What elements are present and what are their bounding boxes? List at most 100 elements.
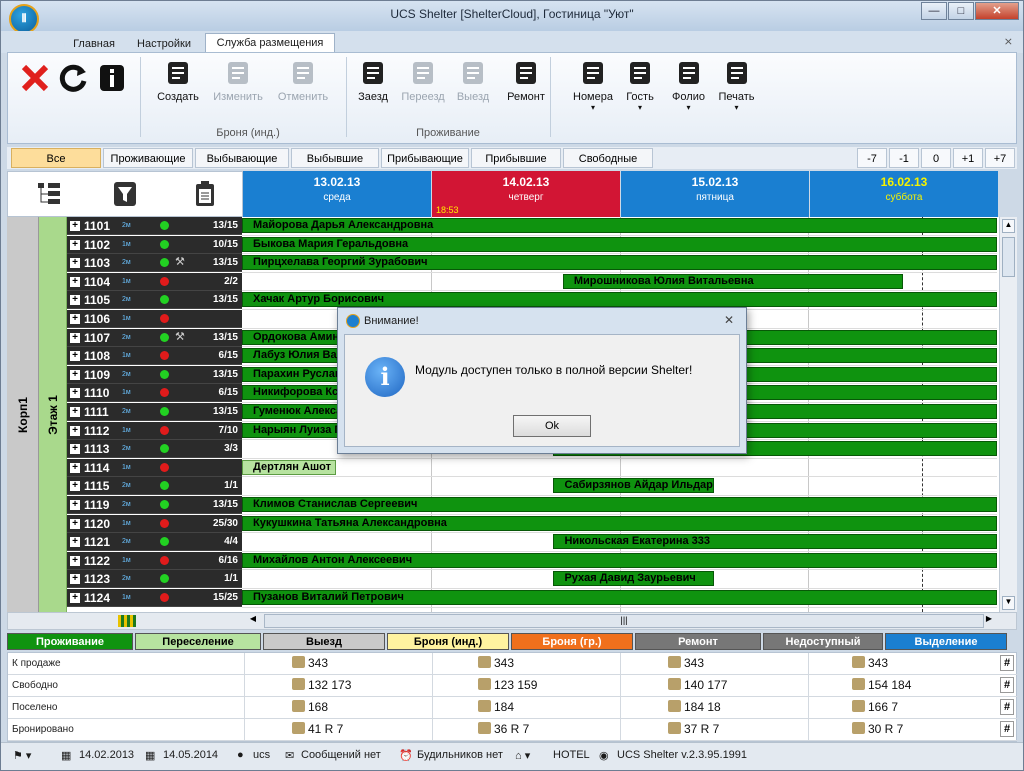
app-logo-icon[interactable]: ⫴ xyxy=(9,4,39,34)
booking-bar[interactable]: Майорова Дарья Александровна xyxy=(242,218,997,233)
booking-bar[interactable]: Никольская Екатерина 333 xyxy=(553,534,997,550)
scroll-thumb[interactable] xyxy=(1002,237,1015,277)
details-button[interactable]: # xyxy=(1000,655,1014,671)
day-header[interactable]: 13.02.13 среда xyxy=(243,171,431,217)
filter-tab-6[interactable]: Свободные xyxy=(563,148,653,168)
booking-bar[interactable]: Пузанов Виталий Петрович xyxy=(242,590,997,605)
filter-tab-3[interactable]: Выбывшие xyxy=(291,148,379,168)
shift-button-3[interactable]: +1 xyxy=(953,148,983,168)
expand-icon[interactable]: + xyxy=(70,481,80,492)
guest-button[interactable]: Гость ▾ xyxy=(620,59,660,112)
shift-button-4[interactable]: +7 xyxy=(985,148,1015,168)
horizontal-scrollbar[interactable]: ◀ ||| ▶ xyxy=(7,612,1017,630)
expand-icon[interactable]: + xyxy=(70,500,80,510)
rooms-button[interactable]: Номера ▾ xyxy=(568,59,618,112)
room-row[interactable]: +1114 1м xyxy=(67,458,242,477)
create-booking-button[interactable]: Создать xyxy=(153,59,203,103)
room-row[interactable]: +1105 2м 13/15 xyxy=(67,291,242,310)
booking-bar[interactable]: Быкова Мария Геральдовна xyxy=(242,236,997,252)
day-header[interactable]: 15.02.13 пятница xyxy=(621,171,809,217)
room-row[interactable]: +1107 2м ⚒ 13/15 xyxy=(67,328,242,347)
room-row[interactable]: +1102 1м 10/15 xyxy=(67,235,242,254)
room-row[interactable]: +1122 1м 6/16 xyxy=(67,551,242,570)
room-row[interactable]: +1121 2м 4/4 xyxy=(67,533,242,552)
details-button[interactable]: # xyxy=(1000,721,1014,737)
room-row[interactable]: +1123 2м 1/1 xyxy=(67,570,242,589)
room-row[interactable]: +1110 1м 6/15 xyxy=(67,384,242,403)
tab-settings[interactable]: Настройки xyxy=(129,35,199,53)
expand-icon[interactable]: + xyxy=(70,537,80,548)
refresh-icon[interactable] xyxy=(58,63,88,93)
room-row[interactable]: +1124 1м 15/25 xyxy=(67,589,242,607)
room-row[interactable]: +1109 2м 13/15 xyxy=(67,365,242,384)
room-row[interactable]: +1101 2м 13/15 xyxy=(67,217,242,235)
shift-button-2[interactable]: 0 xyxy=(921,148,951,168)
room-row[interactable]: +1115 2м 1/1 xyxy=(67,477,242,496)
day-header[interactable]: 16.02.13 суббота xyxy=(810,171,998,217)
maximize-button[interactable]: □ xyxy=(948,2,974,20)
ok-button[interactable]: Ok xyxy=(513,415,591,437)
room-row[interactable]: +1103 2м ⚒ 13/15 xyxy=(67,254,242,273)
scroll-right-icon[interactable]: ▶ xyxy=(982,614,996,628)
expand-icon[interactable]: + xyxy=(70,518,80,529)
expand-icon[interactable]: + xyxy=(70,295,80,306)
expand-icon[interactable]: + xyxy=(70,258,80,269)
expand-icon[interactable]: + xyxy=(70,388,80,399)
tab-accommodation[interactable]: Служба размещения xyxy=(205,33,335,54)
minimize-button[interactable]: — xyxy=(921,2,947,20)
shift-button-1[interactable]: -1 xyxy=(889,148,919,168)
expand-icon[interactable]: + xyxy=(70,239,80,250)
booking-bar[interactable]: Сабирзянов Айдар Ильдарович xyxy=(553,478,714,494)
room-row[interactable]: +1104 1м 2/2 xyxy=(67,272,242,291)
details-button[interactable]: # xyxy=(1000,677,1014,693)
h-scroll-thumb[interactable]: ||| xyxy=(264,614,984,628)
folio-button[interactable]: Фолио ▾ xyxy=(666,59,711,112)
room-row[interactable]: +1119 2м 13/15 xyxy=(67,496,242,514)
expand-icon[interactable]: + xyxy=(70,351,80,362)
messages-status[interactable]: Сообщений нет xyxy=(301,749,381,761)
room-row[interactable]: +1120 1м 25/30 xyxy=(67,514,242,533)
scroll-left-icon[interactable]: ◀ xyxy=(246,614,260,628)
expand-icon[interactable]: + xyxy=(70,407,80,417)
date-from[interactable]: 14.02.2013 xyxy=(79,749,134,761)
repair-button[interactable]: Ремонт xyxy=(501,59,551,103)
expand-icon[interactable]: + xyxy=(70,276,80,287)
vertical-scrollbar[interactable]: ▲ ▼ xyxy=(999,217,1017,612)
expand-icon[interactable]: + xyxy=(70,369,80,380)
booking-bar[interactable]: Мирошникова Юлия Витальевна xyxy=(562,273,903,289)
expand-icon[interactable]: + xyxy=(70,462,80,473)
grid-view-icon[interactable] xyxy=(118,615,136,627)
move-button[interactable]: Переезд xyxy=(398,59,448,103)
clipboard-icon[interactable] xyxy=(192,180,218,208)
expand-icon[interactable]: + xyxy=(70,444,80,455)
booking-bar[interactable]: Рухая Давид Заурьевич xyxy=(553,571,714,587)
checkout-button[interactable]: Выезд xyxy=(453,59,493,103)
filter-tab-1[interactable]: Проживающие xyxy=(103,148,193,168)
room-row[interactable]: +1111 2м 13/15 xyxy=(67,403,242,421)
delete-icon[interactable] xyxy=(20,63,50,93)
booking-bar[interactable]: Кукушкина Татьяна Александровна xyxy=(242,515,997,531)
expand-icon[interactable]: + xyxy=(70,332,80,343)
scroll-down-icon[interactable]: ▼ xyxy=(1002,596,1015,610)
checkin-button[interactable]: Заезд xyxy=(353,59,393,103)
filter-tab-2[interactable]: Выбывающие xyxy=(195,148,289,168)
room-row[interactable]: +1108 1м 6/15 xyxy=(67,347,242,366)
flag-icon[interactable]: ⚑ ▾ xyxy=(13,749,31,762)
day-header[interactable]: 14.02.13 четверг 18:53 xyxy=(432,171,620,217)
tree-icon[interactable] xyxy=(36,180,62,208)
alarms-status[interactable]: Будильников нет xyxy=(417,749,503,761)
expand-icon[interactable]: + xyxy=(70,574,80,585)
room-row[interactable]: +1106 1м xyxy=(67,310,242,328)
expand-icon[interactable]: + xyxy=(70,221,80,231)
booking-bar[interactable]: Пирцхелава Георгий Зурабович xyxy=(242,255,997,271)
filter-tab-0[interactable]: Все xyxy=(11,148,101,168)
room-row[interactable]: +1113 2м 3/3 xyxy=(67,440,242,459)
booking-bar[interactable]: Михайлов Антон Алексеевич xyxy=(242,552,997,568)
print-button[interactable]: Печать ▾ xyxy=(714,59,759,112)
details-button[interactable]: # xyxy=(1000,699,1014,715)
date-to[interactable]: 14.05.2014 xyxy=(163,749,218,761)
expand-icon[interactable]: + xyxy=(70,425,80,436)
booking-bar[interactable]: Дертлян Ашот xyxy=(242,459,337,475)
dialog-close-icon[interactable]: ✕ xyxy=(724,313,734,327)
filter-icon[interactable] xyxy=(112,180,138,208)
